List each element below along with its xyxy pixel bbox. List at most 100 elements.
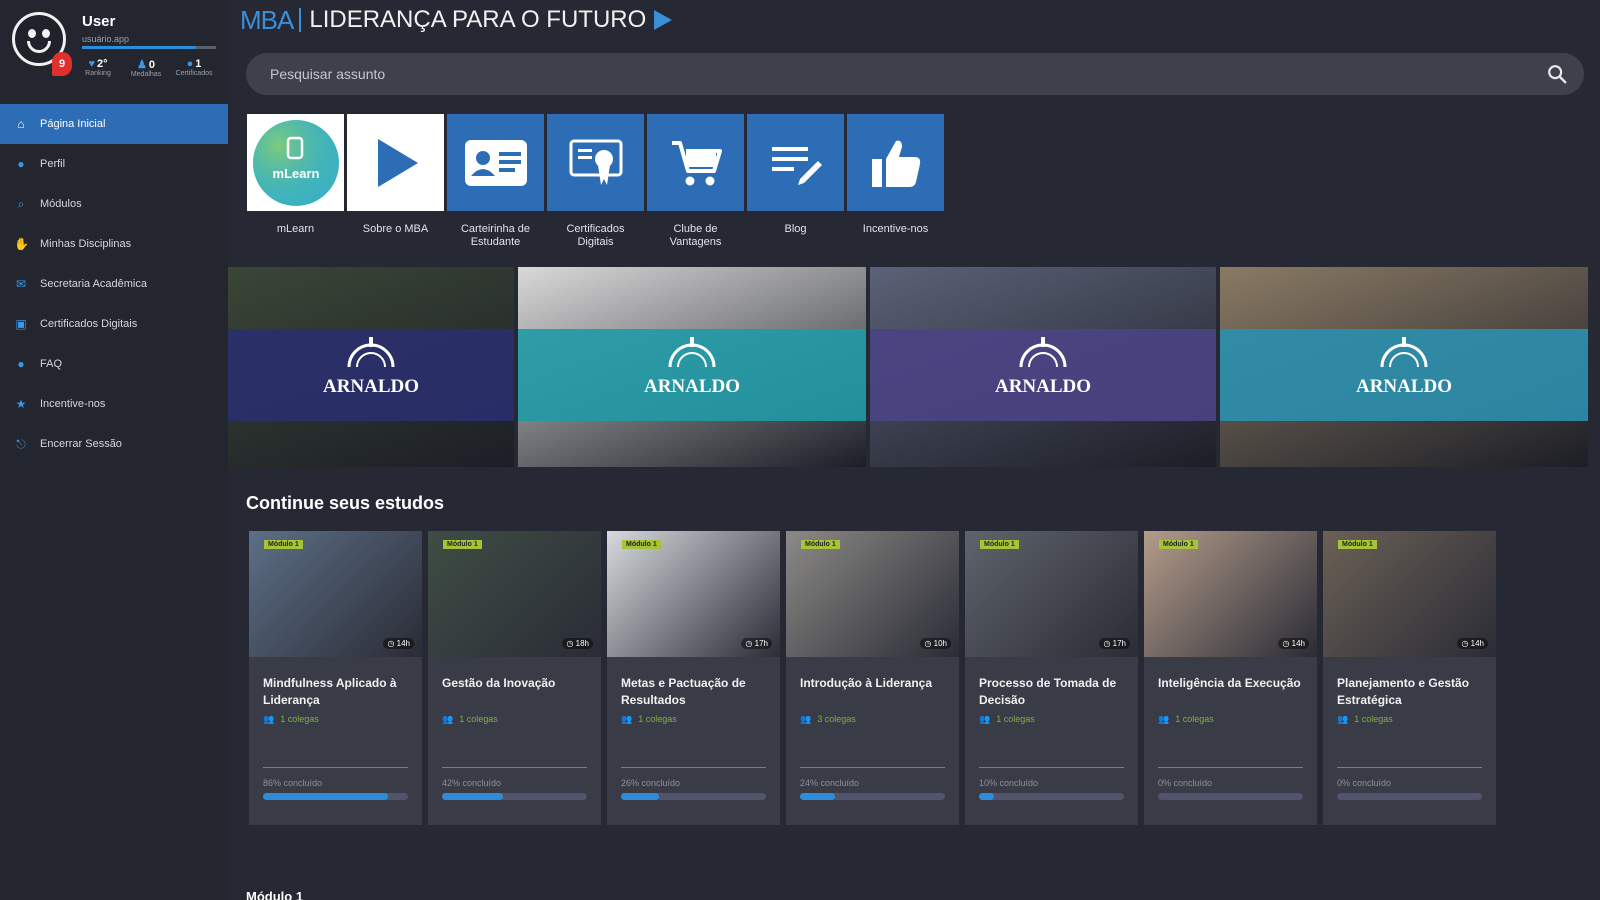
quick-link-tile[interactable] — [547, 114, 644, 211]
module-section-title: Módulo 1 — [246, 889, 304, 900]
course-title[interactable]: Inteligência da Execução — [1144, 657, 1317, 714]
sidebar-item-logout[interactable]: ⎋ Encerrar Sessão — [0, 424, 228, 464]
banner-logo: ARNALDO — [228, 335, 514, 398]
brand-title: LIDERANÇA PARA O FUTURO — [309, 6, 647, 33]
quick-link-certificates[interactable]: Certificados Digitais — [547, 114, 644, 249]
course-title[interactable]: Gestão da Inovação — [428, 657, 601, 714]
app-root: 9 User usuário.app ♥ 2° Ranking ♟ 0 Medalh… — [0, 0, 1600, 900]
quick-link-label: Incentive-nos — [862, 223, 929, 235]
quick-link-tile[interactable] — [347, 114, 444, 211]
banner-item[interactable]: ARNALDO — [870, 267, 1216, 467]
sidebar-item-secretary[interactable]: ✉ Secretaria Acadêmica — [0, 264, 228, 304]
quick-link-tile[interactable] — [747, 114, 844, 211]
quick-link-incentive[interactable]: Incentive-nos — [847, 114, 944, 249]
course-card[interactable]: Módulo 1 ◷ 17h Metas e Pactuação de Resu… — [607, 531, 780, 825]
cart-icon — [671, 140, 722, 185]
colleagues-count: 1 colegas — [638, 714, 677, 724]
avatar-smile-icon — [27, 41, 51, 53]
quick-link-tile[interactable] — [447, 114, 544, 211]
course-card[interactable]: Módulo 1 ◷ 17h Processo de Tomada de Dec… — [965, 531, 1138, 825]
sidebar-item-home[interactable]: ⌂ Página Inicial — [0, 104, 228, 144]
module-badge: Módulo 1 — [980, 540, 1019, 549]
banner-item[interactable]: ARNALDO — [228, 267, 514, 467]
notification-badge[interactable]: 9 — [52, 52, 72, 76]
quick-link-mlearn[interactable]: mLearn mLearn — [247, 114, 344, 249]
brand-divider — [299, 8, 302, 32]
medal-icon: ♟ — [137, 59, 147, 71]
course-thumbnail[interactable]: Módulo 1 ◷ 14h — [1323, 531, 1496, 657]
course-title[interactable]: Planejamento e Gestão Estratégica — [1323, 657, 1496, 714]
colleagues-count: 1 colegas — [1354, 714, 1393, 724]
course-progress-bar — [1337, 793, 1482, 800]
quick-link-blog[interactable]: Blog — [747, 114, 844, 249]
course-colleagues: 👥 1 colegas — [249, 714, 422, 725]
colleagues-count: 1 colegas — [459, 714, 498, 724]
stat-medals[interactable]: ♟ 0 Medalhas — [126, 58, 166, 78]
module-badge: Módulo 1 — [264, 540, 303, 549]
quick-link-benefits-club[interactable]: Clube de Vantagens — [647, 114, 744, 249]
banner-logo-text: ARNALDO — [643, 376, 741, 397]
course-title[interactable]: Mindfulness Aplicado à Liderança — [249, 657, 422, 714]
certificate-icon: ▣ — [15, 317, 27, 331]
banner-item[interactable]: ARNALDO — [518, 267, 866, 467]
course-title[interactable]: Metas e Pactuação de Resultados — [607, 657, 780, 714]
quick-link-tile[interactable] — [847, 114, 944, 211]
banner-logo-text: ARNALDO — [994, 376, 1092, 397]
course-colleagues: 👥 1 colegas — [428, 714, 601, 725]
quick-link-label: Certificados Digitais — [566, 223, 625, 248]
quick-link-student-card[interactable]: Carteirinha de Estudante — [447, 114, 544, 249]
banner-item[interactable]: ARNALDO — [1220, 267, 1588, 467]
course-card[interactable]: Módulo 1 ◷ 10h Introdução à Liderança 👥 3… — [786, 531, 959, 825]
quick-link-label: Clube de Vantagens — [669, 223, 722, 248]
stat-certificates[interactable]: ● 1 Certificados — [174, 58, 214, 78]
duration-badge: ◷ 17h — [1099, 638, 1130, 649]
avatar-eye-icon — [28, 29, 36, 38]
banner-logo: ARNALDO — [870, 335, 1216, 398]
sidebar-item-label: Página Inicial — [40, 118, 106, 130]
banner-logo-text: ARNALDO — [322, 376, 420, 397]
course-progress-label: 0% concluído — [1158, 778, 1213, 788]
banner-logo: ARNALDO — [1220, 335, 1588, 398]
sidebar-item-modules[interactable]: ⌕ Módulos — [0, 184, 228, 224]
course-card[interactable]: Módulo 1 ◷ 14h Inteligência da Execução … — [1144, 531, 1317, 825]
sidebar-item-label: Módulos — [40, 198, 82, 210]
people-icon: 👥 — [800, 714, 812, 724]
sidebar-item-incentive[interactable]: ★ Incentive-nos — [0, 384, 228, 424]
blog-icon — [771, 146, 822, 185]
sidebar-item-faq[interactable]: ● FAQ — [0, 344, 228, 384]
quick-link-tile[interactable] — [647, 114, 744, 211]
sidebar-item-certificates[interactable]: ▣ Certificados Digitais — [0, 304, 228, 344]
certificate-icon — [569, 139, 622, 185]
sidebar-item-profile[interactable]: ● Perfil — [0, 144, 228, 184]
quick-link-label: Blog — [784, 223, 807, 235]
search-input[interactable] — [270, 64, 1470, 84]
course-card[interactable]: Módulo 1 ◷ 14h Mindfulness Aplicado à Li… — [249, 531, 422, 825]
quick-link-label: Sobre o MBA — [362, 223, 429, 235]
course-card[interactable]: Módulo 1 ◷ 14h Planejamento e Gestão Est… — [1323, 531, 1496, 825]
user-name: User — [82, 13, 116, 30]
course-title[interactable]: Processo de Tomada de Decisão — [965, 657, 1138, 714]
course-thumbnail[interactable]: Módulo 1 ◷ 14h — [249, 531, 422, 657]
trophy-icon: ♥ — [88, 58, 95, 70]
course-thumbnail[interactable]: Módulo 1 ◷ 10h — [786, 531, 959, 657]
avatar-eye-icon — [42, 29, 50, 38]
mail-icon: ✉ — [15, 277, 27, 291]
course-thumbnail[interactable]: Módulo 1 ◷ 14h — [1144, 531, 1317, 657]
quick-link-about[interactable]: Sobre o MBA — [347, 114, 444, 249]
duration-badge: ◷ 18h — [562, 638, 593, 649]
course-title[interactable]: Introdução à Liderança — [786, 657, 959, 714]
search-icon[interactable] — [1546, 63, 1568, 85]
hand-icon: ✋ — [14, 237, 29, 251]
course-card[interactable]: Módulo 1 ◷ 18h Gestão da Inovação 👥 1 col… — [428, 531, 601, 825]
course-thumbnail[interactable]: Módulo 1 ◷ 17h — [607, 531, 780, 657]
course-thumbnail[interactable]: Módulo 1 ◷ 18h — [428, 531, 601, 657]
star-icon: ★ — [15, 397, 27, 411]
continue-section-title: Continue seus estudos — [246, 493, 445, 513]
user-level-bar — [82, 46, 216, 49]
stat-medals-label: Medalhas — [130, 71, 162, 78]
quick-link-tile[interactable]: mLearn — [247, 114, 344, 211]
duration-text: 10h — [933, 639, 947, 648]
sidebar-item-my-courses[interactable]: ✋ Minhas Disciplinas — [0, 224, 228, 264]
course-thumbnail[interactable]: Módulo 1 ◷ 17h — [965, 531, 1138, 657]
stat-ranking[interactable]: ♥ 2° Ranking — [78, 58, 118, 78]
